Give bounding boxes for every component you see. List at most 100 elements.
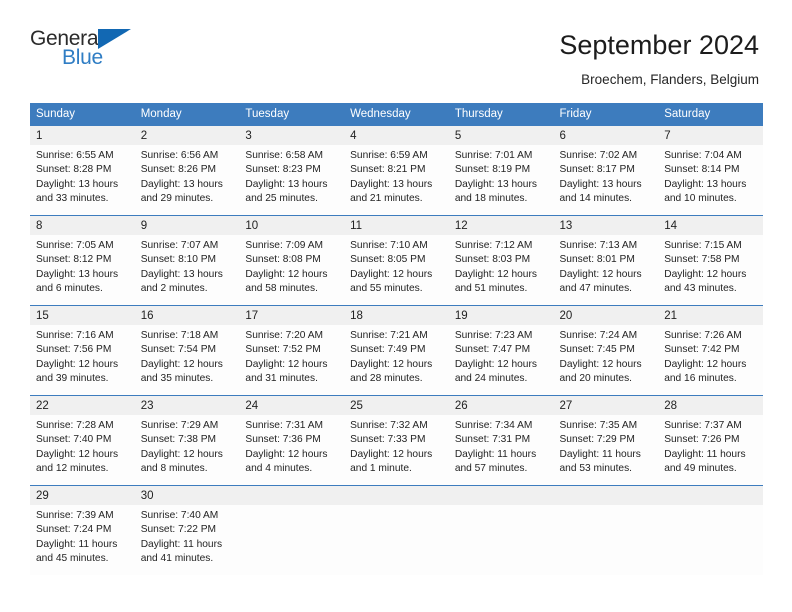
day-number (239, 485, 345, 505)
daylight-text-line2: and 57 minutes. (454, 463, 528, 475)
calendar-day-cell[interactable]: 24 Sunrise: 7:31 AM Sunset: 7:36 PM Dayligh… (239, 394, 345, 486)
sunset-text: Sunset: 7:36 PM (245, 434, 321, 446)
daylight-text-line1: Daylight: 12 hours (664, 268, 747, 280)
sunrise-text: Sunrise: 7:16 AM (36, 329, 114, 341)
calendar-day-cell[interactable]: 9 Sunrise: 7:07 AM Sunset: 8:10 PM Daylight… (134, 214, 240, 306)
calendar-week-row: 29 Sunrise: 7:39 AM Sunset: 7:24 PM Dayligh… (30, 484, 763, 575)
day-details: Sunrise: 7:34 AM Sunset: 7:31 PM Daylight:… (449, 415, 554, 485)
calendar-week-row: 1 Sunrise: 6:55 AM Sunset: 8:28 PM Daylight… (30, 125, 763, 216)
sunrise-text: Sunrise: 7:04 AM (664, 150, 742, 161)
calendar-cell-empty (658, 484, 763, 575)
sunrise-text: Sunrise: 7:20 AM (245, 329, 323, 341)
calendar-day-cell[interactable]: 1 Sunrise: 6:55 AM Sunset: 8:28 PM Daylight… (30, 125, 135, 216)
calendar-day-cell[interactable]: 8 Sunrise: 7:05 AM Sunset: 8:12 PM Daylight… (30, 214, 135, 306)
calendar-day-cell[interactable]: 2 Sunrise: 6:56 AM Sunset: 8:26 PM Daylight… (134, 125, 240, 216)
day-number (553, 485, 659, 505)
sunrise-text: Sunrise: 7:05 AM (36, 239, 114, 251)
sunrise-text: Sunrise: 6:59 AM (350, 150, 428, 161)
calendar-day-cell[interactable]: 13 Sunrise: 7:13 AM Sunset: 8:01 PM Dayligh… (553, 214, 659, 306)
sunset-text: Sunset: 7:22 PM (140, 524, 217, 536)
calendar-day-cell[interactable]: 3 Sunrise: 6:58 AM Sunset: 8:23 PM Daylight… (239, 125, 345, 216)
daylight-text-line1: Daylight: 12 hours (350, 358, 433, 370)
daylight-text-line2: and 12 minutes. (36, 463, 109, 475)
day-number: 20 (553, 305, 659, 325)
daylight-text-line2: and 58 minutes. (245, 283, 318, 295)
calendar-day-cell[interactable]: 29 Sunrise: 7:39 AM Sunset: 7:24 PM Dayligh… (30, 484, 135, 575)
calendar-day-cell[interactable]: 30 Sunrise: 7:40 AM Sunset: 7:22 PM Dayligh… (134, 484, 240, 575)
daylight-text-line2: and 29 minutes. (140, 193, 214, 205)
calendar-day-cell[interactable]: 23 Sunrise: 7:29 AM Sunset: 7:38 PM Dayligh… (134, 394, 240, 486)
day-number: 4 (344, 126, 449, 145)
sunrise-text: Sunrise: 7:02 AM (559, 150, 638, 161)
calendar-week-row: 15 Sunrise: 7:16 AM Sunset: 7:56 PM Dayligh… (30, 304, 763, 396)
daylight-text-line2: and 51 minutes. (454, 283, 528, 295)
sunrise-text: Sunrise: 7:26 AM (664, 329, 742, 341)
page-title: September 2024 (559, 30, 759, 60)
day-details: Sunrise: 7:29 AM Sunset: 7:38 PM Daylight:… (135, 415, 240, 485)
calendar-day-cell[interactable]: 20 Sunrise: 7:24 AM Sunset: 7:45 PM Dayligh… (553, 304, 659, 396)
calendar-day-cell[interactable]: 16 Sunrise: 7:18 AM Sunset: 7:54 PM Dayligh… (134, 304, 240, 396)
daylight-text-line1: Daylight: 12 hours (350, 448, 433, 460)
day-number: 8 (30, 215, 135, 235)
daylight-text-line2: and 47 minutes. (559, 283, 633, 295)
day-number: 1 (30, 126, 135, 145)
calendar-day-cell[interactable]: 18 Sunrise: 7:21 AM Sunset: 7:49 PM Dayligh… (344, 304, 449, 396)
calendar-day-cell[interactable]: 27 Sunrise: 7:35 AM Sunset: 7:29 PM Dayligh… (553, 394, 659, 486)
calendar-day-cell[interactable]: 25 Sunrise: 7:32 AM Sunset: 7:33 PM Dayligh… (344, 394, 449, 486)
day-details: Sunrise: 7:31 AM Sunset: 7:36 PM Daylight:… (239, 415, 344, 485)
calendar-day-cell[interactable]: 22 Sunrise: 7:28 AM Sunset: 7:40 PM Dayligh… (30, 394, 135, 486)
calendar-day-cell[interactable]: 4 Sunrise: 6:59 AM Sunset: 8:21 PM Daylight… (344, 125, 449, 216)
day-details: Sunrise: 7:20 AM Sunset: 7:52 PM Daylight:… (239, 325, 344, 395)
day-number: 12 (448, 215, 554, 235)
day-number: 24 (239, 395, 345, 415)
day-details: Sunrise: 7:26 AM Sunset: 7:42 PM Daylight:… (658, 325, 763, 395)
daylight-text-line2: and 35 minutes. (140, 373, 214, 385)
daylight-text-line1: Daylight: 13 hours (36, 178, 119, 190)
calendar-day-cell[interactable]: 15 Sunrise: 7:16 AM Sunset: 7:56 PM Dayligh… (30, 304, 135, 396)
calendar-day-cell[interactable]: 11 Sunrise: 7:10 AM Sunset: 8:05 PM Dayligh… (344, 214, 449, 306)
calendar-day-cell[interactable]: 17 Sunrise: 7:20 AM Sunset: 7:52 PM Dayligh… (239, 304, 345, 396)
sunrise-text: Sunrise: 7:32 AM (350, 419, 428, 431)
day-details: Sunrise: 7:16 AM Sunset: 7:56 PM Daylight:… (30, 325, 135, 395)
sunrise-text: Sunrise: 7:23 AM (454, 329, 533, 341)
calendar-day-cell[interactable]: 5 Sunrise: 7:01 AM Sunset: 8:19 PM Daylight… (448, 125, 554, 216)
sunrise-text: Sunrise: 7:40 AM (140, 509, 219, 521)
daylight-text-line2: and 43 minutes. (664, 283, 737, 295)
sunset-text: Sunset: 7:26 PM (664, 434, 740, 446)
daylight-text-line1: Daylight: 12 hours (245, 358, 328, 370)
daylight-text-line2: and 24 minutes. (454, 373, 528, 385)
calendar-day-cell[interactable]: 10 Sunrise: 7:09 AM Sunset: 8:08 PM Dayligh… (239, 214, 345, 306)
sunrise-text: Sunrise: 7:07 AM (140, 239, 219, 251)
calendar-day-cell[interactable]: 26 Sunrise: 7:34 AM Sunset: 7:31 PM Dayligh… (448, 394, 554, 486)
daylight-text-line1: Daylight: 12 hours (140, 448, 223, 460)
daylight-text-line1: Daylight: 13 hours (36, 268, 119, 280)
calendar-day-cell[interactable]: 28 Sunrise: 7:37 AM Sunset: 7:26 PM Dayligh… (658, 394, 763, 486)
calendar-day-cell[interactable]: 21 Sunrise: 7:26 AM Sunset: 7:42 PM Dayligh… (658, 304, 763, 396)
sunset-text: Sunset: 8:21 PM (350, 164, 426, 176)
calendar-cell-empty (553, 484, 659, 575)
weekday-header-tuesday: Tuesday (239, 103, 345, 126)
day-details: Sunrise: 7:37 AM Sunset: 7:26 PM Daylight:… (658, 415, 763, 485)
daylight-text-line2: and 14 minutes. (559, 193, 633, 205)
weekday-header-row: Sunday Monday Tuesday Wednesday Thursday… (30, 103, 763, 126)
sunset-text: Sunset: 8:28 PM (36, 164, 112, 176)
day-details: Sunrise: 7:39 AM Sunset: 7:24 PM Daylight:… (30, 505, 135, 575)
day-number: 5 (448, 126, 554, 145)
day-details (449, 505, 554, 563)
daylight-text-line2: and 55 minutes. (350, 283, 423, 295)
day-details: Sunrise: 7:18 AM Sunset: 7:54 PM Daylight:… (135, 325, 240, 395)
daylight-text-line1: Daylight: 11 hours (140, 538, 223, 550)
sunrise-text: Sunrise: 7:10 AM (350, 239, 428, 251)
weekday-header-wednesday: Wednesday (344, 103, 449, 126)
calendar-day-cell[interactable]: 6 Sunrise: 7:02 AM Sunset: 8:17 PM Daylight… (553, 125, 659, 216)
calendar-day-cell[interactable]: 7 Sunrise: 7:04 AM Sunset: 8:14 PM Daylight… (658, 125, 763, 216)
weekday-header-monday: Monday (134, 103, 240, 126)
day-details: Sunrise: 7:07 AM Sunset: 8:10 PM Daylight:… (135, 235, 240, 305)
calendar-day-cell[interactable]: 19 Sunrise: 7:23 AM Sunset: 7:47 PM Dayligh… (448, 304, 554, 396)
day-details (344, 505, 449, 563)
calendar-day-cell[interactable]: 12 Sunrise: 7:12 AM Sunset: 8:03 PM Dayligh… (448, 214, 554, 306)
weekday-header-friday: Friday (553, 103, 659, 126)
calendar-day-cell[interactable]: 14 Sunrise: 7:15 AM Sunset: 7:58 PM Dayligh… (658, 214, 763, 306)
daylight-text-line1: Daylight: 12 hours (664, 358, 747, 370)
daylight-text-line2: and 45 minutes. (36, 553, 109, 565)
